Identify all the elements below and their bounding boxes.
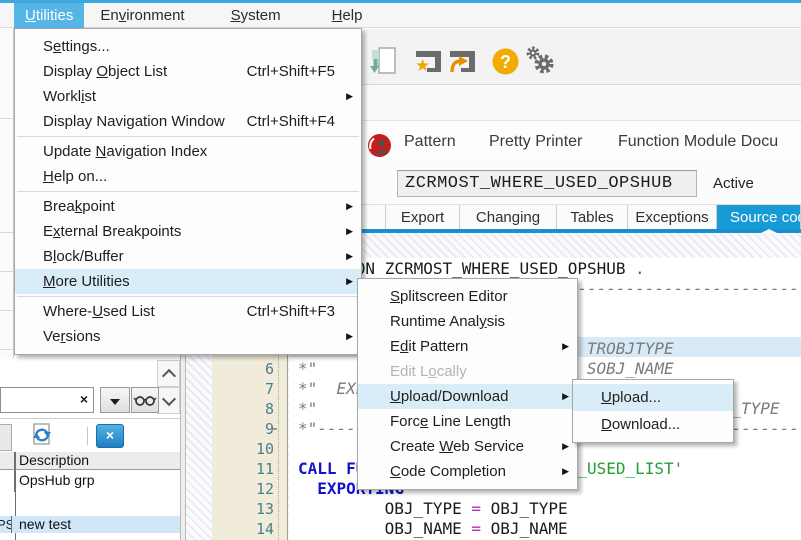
tab-tables[interactable]: Tables xyxy=(557,205,628,230)
menu-item-where-used-list[interactable]: Where-Used ListCtrl+Shift+F3 xyxy=(15,299,361,324)
export-document-icon[interactable] xyxy=(370,46,397,81)
menu-item-edit-pattern[interactable]: Edit Pattern▶ xyxy=(358,334,577,359)
menu-item-block-buffer[interactable]: Block/Buffer▶ xyxy=(15,244,361,269)
upload-download-submenu: Upload...Download... xyxy=(572,379,734,443)
tab-export[interactable]: Export xyxy=(386,205,460,230)
left-dock-edge xyxy=(0,28,14,358)
tab-exceptions[interactable]: Exceptions xyxy=(628,205,717,230)
menu-item-splitscreen-editor[interactable]: Splitscreen Editor xyxy=(358,284,577,309)
menu-item-update-navigation-index[interactable]: Update Navigation Index xyxy=(15,139,361,164)
pretty-printer-button[interactable]: Pretty Printer xyxy=(489,130,582,154)
menu-item-upload-download[interactable]: Upload/Download▶ xyxy=(358,384,577,409)
display-button[interactable] xyxy=(131,387,159,413)
status-text: Active xyxy=(713,175,754,192)
menu-item-help-on[interactable]: Help on... xyxy=(15,164,361,189)
panel-separator xyxy=(0,418,180,419)
favorites-window-icon[interactable]: ★ xyxy=(414,49,445,80)
submenu-arrow-icon: ▶ xyxy=(562,434,569,459)
menu-item-versions[interactable]: Versions▶ xyxy=(15,324,361,349)
debugger-user-icon[interactable] xyxy=(367,133,392,162)
submenu-arrow-icon: ▶ xyxy=(346,244,353,269)
tab-source-code[interactable]: Source code xyxy=(717,205,801,230)
submenu-arrow-icon: ▶ xyxy=(346,194,353,219)
submenu-arrow-icon: ▶ xyxy=(346,269,353,294)
submenu-arrow-icon: ▶ xyxy=(346,84,353,109)
help-icon[interactable]: ? xyxy=(491,47,520,80)
menu-shortcut: Ctrl+Shift+F3 xyxy=(247,299,335,324)
tab-changing[interactable]: Changing xyxy=(460,205,557,230)
menu-shortcut: Ctrl+Shift+F5 xyxy=(247,59,335,84)
code-line-14: OBJ_NAME=OBJ_NAME xyxy=(180,519,801,539)
scroll-down-button[interactable] xyxy=(157,387,180,414)
menubar: UtilitiesEnvironment System Help xyxy=(0,3,801,28)
customize-gears-icon[interactable] xyxy=(524,44,557,81)
dropdown-caret-icon xyxy=(110,399,120,405)
svg-text:★: ★ xyxy=(415,56,430,76)
toolbar-separator xyxy=(87,427,88,445)
menu-item-more-utilities[interactable]: More Utilities▶ xyxy=(15,269,361,294)
object-table: Description OpsHub grp PS new test xyxy=(0,452,180,540)
refresh-icon xyxy=(28,422,56,448)
menubar-item-environment[interactable]: Environment xyxy=(89,3,195,28)
function-module-name-field[interactable]: ZCRMOST_WHERE_USED_OPSHUB xyxy=(397,170,697,197)
submenu-arrow-icon: ▶ xyxy=(562,384,569,409)
menubar-item-help[interactable]: Help xyxy=(321,3,374,28)
table-row[interactable]: OpsHub grp xyxy=(0,470,180,492)
search-input[interactable]: × xyxy=(0,387,94,413)
menu-item-force-line-length[interactable]: Force Line Length xyxy=(358,409,577,434)
submenu-arrow-icon: ▶ xyxy=(346,324,353,349)
menu-item-external-breakpoints[interactable]: External Breakpoints▶ xyxy=(15,219,361,244)
function-module-docu-button[interactable]: Function Module Docu xyxy=(618,130,778,154)
table-header: Description xyxy=(0,452,180,470)
shortcut-window-icon[interactable] xyxy=(448,49,479,80)
submenu-arrow-icon: ▶ xyxy=(562,334,569,359)
menu-item-runtime-analysis[interactable]: Runtime Analysis xyxy=(358,309,577,334)
menubar-item-utilities[interactable]: Utilities xyxy=(14,3,84,28)
partial-button[interactable] xyxy=(0,424,12,451)
code-line-13: OBJ_TYPE=OBJ_TYPE xyxy=(180,499,801,519)
refresh-button[interactable] xyxy=(28,422,62,450)
dropdown-button[interactable] xyxy=(100,387,130,413)
submenu-arrow-icon: ▶ xyxy=(346,219,353,244)
menu-item-upload[interactable]: Upload... xyxy=(573,384,733,411)
clear-search-icon[interactable]: × xyxy=(80,391,88,407)
menu-shortcut: Ctrl+Shift+F4 xyxy=(247,109,335,134)
svg-text:?: ? xyxy=(500,52,511,72)
menu-item-worklist[interactable]: Worklist▶ xyxy=(15,84,361,109)
sap-gui-window: UtilitiesEnvironment System Help ★ xyxy=(0,0,801,540)
menu-item-display-object-list[interactable]: Display Object ListCtrl+Shift+F5 xyxy=(15,59,361,84)
menu-item-download[interactable]: Download... xyxy=(573,411,733,438)
scroll-up-button[interactable] xyxy=(157,360,180,387)
object-list-panel: × × Descrip xyxy=(0,358,180,540)
menu-item-code-completion[interactable]: Code Completion▶ xyxy=(358,459,577,484)
table-row-selected[interactable]: PS new test xyxy=(0,516,180,533)
utilities-menu: Settings...Display Object ListCtrl+Shift… xyxy=(14,28,362,355)
menu-item-breakpoint[interactable]: Breakpoint▶ xyxy=(15,194,361,219)
submenu-arrow-icon: ▶ xyxy=(562,459,569,484)
close-session-button[interactable]: × xyxy=(96,424,124,448)
menu-item-create-web-service[interactable]: Create Web Service▶ xyxy=(358,434,577,459)
menubar-item-system[interactable]: System xyxy=(220,3,292,28)
more-utilities-submenu: Splitscreen EditorRuntime AnalysisEdit P… xyxy=(357,278,578,490)
pattern-button[interactable]: Pattern xyxy=(404,130,456,154)
menu-item-settings[interactable]: Settings... xyxy=(15,34,361,59)
menu-item-edit-locally[interactable]: Edit Locally xyxy=(358,359,577,384)
description-column-header: Description xyxy=(19,452,89,469)
display-glasses-icon xyxy=(133,392,157,410)
menu-item-display-navigation-window[interactable]: Display Navigation WindowCtrl+Shift+F4 xyxy=(15,109,361,134)
